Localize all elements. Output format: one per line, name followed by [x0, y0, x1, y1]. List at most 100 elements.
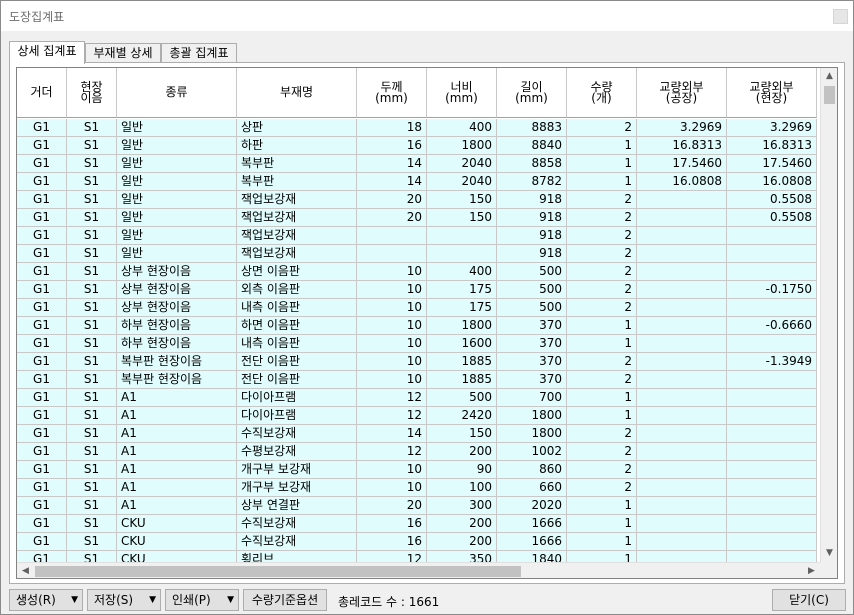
summary-grid[interactable]: 거더 현장 이음 종류 부재명 두께 (mm) 너비 (mm) 길이 (mm) 수량 (개) 교… — [16, 67, 838, 579]
cell-thickness[interactable]: 20 — [357, 209, 427, 227]
table-row[interactable]: G1 S1 일반 상판 18 400 8883 2 3.2969 3.2969 — [17, 119, 817, 137]
cell-type[interactable]: 일반 — [117, 119, 237, 137]
cell-thickness[interactable]: 10 — [357, 263, 427, 281]
cell-quantity[interactable]: 1 — [567, 317, 637, 335]
cell-type[interactable]: A1 — [117, 389, 237, 407]
cell-field-splice[interactable]: S1 — [67, 191, 117, 209]
cell-exterior-field[interactable]: -1.3949 — [727, 353, 817, 371]
cell-exterior-factory[interactable] — [637, 281, 727, 299]
cell-thickness[interactable]: 10 — [357, 317, 427, 335]
cell-width[interactable]: 150 — [427, 425, 497, 443]
cell-length[interactable]: 1800 — [497, 407, 567, 425]
cell-type[interactable]: 상부 현장이음 — [117, 263, 237, 281]
table-row[interactable]: G1 S1 A1 다이아프램 12 500 700 1 — [17, 389, 817, 407]
cell-thickness[interactable]: 10 — [357, 281, 427, 299]
cell-thickness[interactable]: 10 — [357, 353, 427, 371]
tab-detail-summary[interactable]: 상세 집계표 — [9, 41, 85, 64]
cell-exterior-field[interactable] — [727, 263, 817, 281]
cell-exterior-field[interactable]: 16.8313 — [727, 137, 817, 155]
cell-quantity[interactable]: 2 — [567, 461, 637, 479]
cell-width[interactable]: 1600 — [427, 335, 497, 353]
cell-width[interactable]: 150 — [427, 191, 497, 209]
cell-length[interactable]: 8858 — [497, 155, 567, 173]
cell-thickness[interactable]: 16 — [357, 533, 427, 551]
cell-quantity[interactable]: 1 — [567, 497, 637, 515]
cell-length[interactable]: 860 — [497, 461, 567, 479]
cell-thickness[interactable] — [357, 245, 427, 263]
cell-field-splice[interactable]: S1 — [67, 155, 117, 173]
cell-thickness[interactable]: 20 — [357, 497, 427, 515]
cell-quantity[interactable]: 2 — [567, 227, 637, 245]
cell-exterior-field[interactable]: 17.5460 — [727, 155, 817, 173]
cell-girder[interactable]: G1 — [17, 533, 67, 551]
cell-field-splice[interactable]: S1 — [67, 245, 117, 263]
cell-exterior-factory[interactable] — [637, 299, 727, 317]
cell-member-name[interactable]: 잭업보강재 — [237, 209, 357, 227]
cell-girder[interactable]: G1 — [17, 119, 67, 137]
cell-length[interactable]: 700 — [497, 389, 567, 407]
cell-girder[interactable]: G1 — [17, 389, 67, 407]
scroll-right-icon[interactable]: ▶ — [803, 563, 820, 578]
cell-width[interactable]: 400 — [427, 119, 497, 137]
cell-type[interactable]: 하부 현장이음 — [117, 335, 237, 353]
cell-field-splice[interactable]: S1 — [67, 389, 117, 407]
cell-width[interactable] — [427, 245, 497, 263]
cell-length[interactable]: 500 — [497, 263, 567, 281]
cell-thickness[interactable]: 12 — [357, 407, 427, 425]
cell-exterior-factory[interactable] — [637, 227, 727, 245]
cell-type[interactable]: 복부판 현장이음 — [117, 371, 237, 389]
cell-width[interactable]: 90 — [427, 461, 497, 479]
cell-member-name[interactable]: 외측 이음판 — [237, 281, 357, 299]
cell-exterior-factory[interactable]: 16.8313 — [637, 137, 727, 155]
scroll-up-icon[interactable]: ▲ — [821, 68, 837, 85]
cell-exterior-field[interactable]: 3.2969 — [727, 119, 817, 137]
table-row[interactable]: G1 S1 하부 현장이음 내측 이음판 10 1600 370 1 — [17, 335, 817, 353]
cell-type[interactable]: CKU — [117, 533, 237, 551]
cell-quantity[interactable]: 2 — [567, 425, 637, 443]
cell-thickness[interactable]: 10 — [357, 461, 427, 479]
table-row[interactable]: G1 S1 복부판 현장이음 전단 이음판 10 1885 370 2 — [17, 371, 817, 389]
cell-thickness[interactable]: 12 — [357, 443, 427, 461]
cell-width[interactable]: 1800 — [427, 137, 497, 155]
cell-member-name[interactable]: 전단 이음판 — [237, 371, 357, 389]
cell-girder[interactable]: G1 — [17, 335, 67, 353]
close-button[interactable]: 닫기(C) — [772, 589, 846, 611]
cell-type[interactable]: 상부 현장이음 — [117, 299, 237, 317]
cell-width[interactable]: 500 — [427, 389, 497, 407]
cell-length[interactable]: 1666 — [497, 515, 567, 533]
cell-width[interactable]: 2420 — [427, 407, 497, 425]
cell-length[interactable]: 2020 — [497, 497, 567, 515]
cell-exterior-field[interactable] — [727, 515, 817, 533]
cell-exterior-factory[interactable] — [637, 479, 727, 497]
table-row[interactable]: G1 S1 A1 개구부 보강재 10 90 860 2 — [17, 461, 817, 479]
cell-exterior-field[interactable] — [727, 425, 817, 443]
cell-length[interactable]: 370 — [497, 335, 567, 353]
cell-field-splice[interactable]: S1 — [67, 317, 117, 335]
cell-exterior-field[interactable] — [727, 533, 817, 551]
table-row[interactable]: G1 S1 A1 개구부 보강재 10 100 660 2 — [17, 479, 817, 497]
column-header-exterior-factory[interactable]: 교량외부 (공장) — [637, 68, 727, 118]
cell-girder[interactable]: G1 — [17, 191, 67, 209]
cell-girder[interactable]: G1 — [17, 173, 67, 191]
cell-length[interactable]: 1002 — [497, 443, 567, 461]
cell-exterior-field[interactable]: 0.5508 — [727, 191, 817, 209]
cell-exterior-field[interactable]: 16.0808 — [727, 173, 817, 191]
cell-length[interactable]: 370 — [497, 371, 567, 389]
cell-field-splice[interactable]: S1 — [67, 407, 117, 425]
cell-exterior-field[interactable] — [727, 497, 817, 515]
column-header-field-splice[interactable]: 현장 이음 — [67, 68, 117, 118]
table-row[interactable]: G1 S1 일반 복부판 14 2040 8858 1 17.5460 17.5460 — [17, 155, 817, 173]
cell-field-splice[interactable]: S1 — [67, 209, 117, 227]
table-row[interactable]: G1 S1 복부판 현장이음 전단 이음판 10 1885 370 2 -1.3949 — [17, 353, 817, 371]
cell-width[interactable]: 175 — [427, 299, 497, 317]
cell-quantity[interactable]: 2 — [567, 299, 637, 317]
cell-width[interactable]: 300 — [427, 497, 497, 515]
cell-width[interactable]: 200 — [427, 443, 497, 461]
cell-member-name[interactable]: 잭업보강재 — [237, 227, 357, 245]
horizontal-scroll-thumb[interactable] — [35, 566, 521, 577]
cell-length[interactable]: 8883 — [497, 119, 567, 137]
cell-member-name[interactable]: 수직보강재 — [237, 425, 357, 443]
cell-type[interactable]: A1 — [117, 443, 237, 461]
cell-exterior-factory[interactable]: 3.2969 — [637, 119, 727, 137]
quantity-options-button[interactable]: 수량기준옵션 — [243, 589, 327, 611]
